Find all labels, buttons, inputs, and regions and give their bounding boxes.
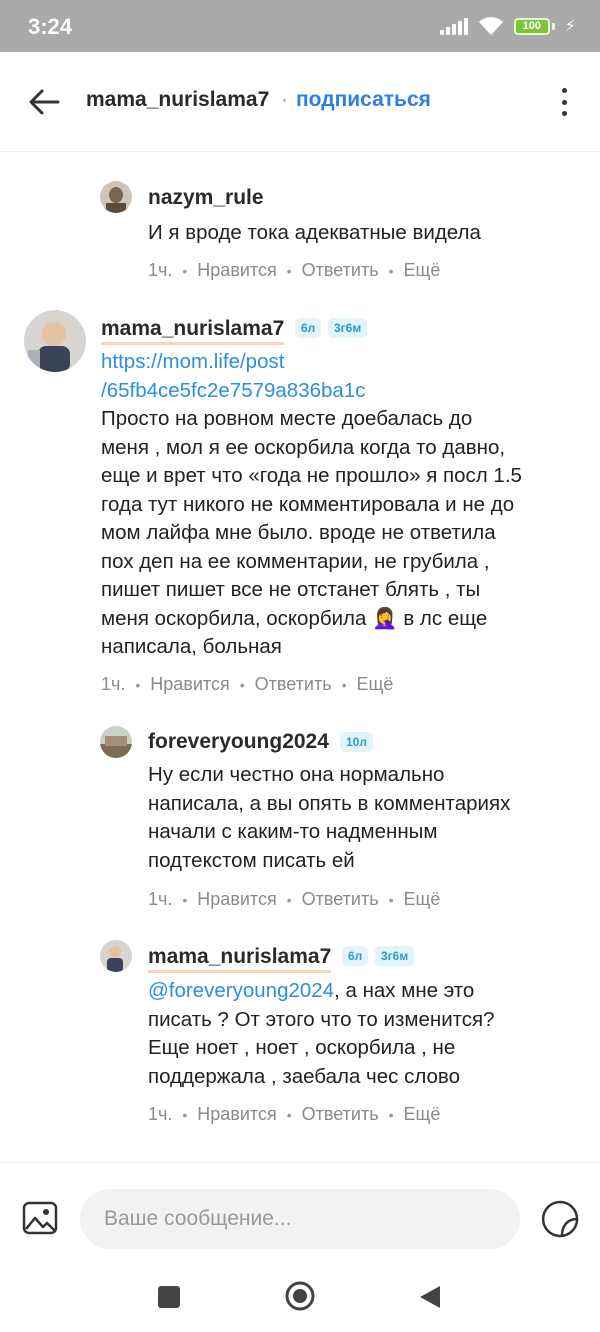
comment-line: Еще ноет , ноет , оскорбила , не xyxy=(148,1036,456,1059)
header-separator: · xyxy=(281,88,288,111)
recents-icon[interactable] xyxy=(158,1286,180,1308)
comment-time: 1ч. xyxy=(148,1104,173,1124)
comment-line-rest: , а нах мне это xyxy=(334,979,475,1002)
post-link[interactable]: https://mom.life/post xyxy=(101,348,591,377)
wifi-icon xyxy=(478,17,503,35)
message-composer xyxy=(0,1162,600,1272)
avatar[interactable] xyxy=(100,940,132,972)
more-button[interactable]: Ещё xyxy=(357,674,394,695)
like-button[interactable]: Нравится xyxy=(197,1104,276,1125)
comment-line: мом лайфа мне было. вроде не ответила xyxy=(101,521,496,544)
arrow-left-icon[interactable] xyxy=(24,82,64,122)
battery-icon: 100 xyxy=(513,17,555,35)
more-button[interactable]: Ещё xyxy=(404,260,441,281)
sticker-icon[interactable] xyxy=(540,1199,580,1239)
comment-username[interactable]: foreveryoung2024 xyxy=(148,730,329,754)
home-icon[interactable] xyxy=(284,1280,316,1312)
page-title[interactable]: mama_nurislama7 xyxy=(86,88,269,112)
comment-time: 1ч. xyxy=(101,674,126,694)
comment-body: @foreveryoung2024, а нах мне это писать … xyxy=(148,977,588,1091)
avatar[interactable] xyxy=(100,181,132,213)
comment-actions: 1ч. • Нравится • Ответить • Ещё xyxy=(148,1104,441,1125)
comment-line: еще и врет что «года не прошло» я посл 1… xyxy=(101,464,522,487)
kebab-menu-icon[interactable] xyxy=(554,86,574,118)
status-time: 3:24 xyxy=(28,14,73,39)
more-button[interactable]: Ещё xyxy=(404,1104,441,1125)
status-icons: 100 ⚡ xyxy=(439,16,576,36)
reply-button[interactable]: Ответить xyxy=(302,1104,379,1125)
top-app-bar: mama_nurislama7 · подписаться xyxy=(0,52,600,152)
comment-time: 1ч. xyxy=(148,889,173,909)
comment-line: подтекстом писать ей xyxy=(148,848,355,872)
age-badge: 6л xyxy=(295,318,322,338)
message-input[interactable] xyxy=(80,1189,520,1249)
battery-level: 100 xyxy=(513,17,550,35)
charging-icon: ⚡ xyxy=(564,18,576,35)
child-age-badge: 3г6м xyxy=(375,946,415,966)
avatar[interactable] xyxy=(24,310,86,372)
comment-line: меня , мол я ее оскорбила когда то давно… xyxy=(101,435,506,459)
like-button[interactable]: Нравится xyxy=(197,260,276,281)
comment-line: пишет пишет все не отстанет блять , ты xyxy=(101,578,481,601)
age-badge: 10л xyxy=(340,732,373,752)
system-nav-bar xyxy=(0,1272,600,1332)
reply-button[interactable]: Ответить xyxy=(255,674,332,695)
comment-line: @foreveryoung2024, а нах мне это xyxy=(148,977,588,1006)
comment-line: написала, а вы опять в комментариях xyxy=(148,791,511,815)
comment-line: писать ? От этого что то изменится? xyxy=(148,1007,495,1031)
comment-username[interactable]: mama_nurislama7 xyxy=(148,944,332,973)
comment-body: https://mom.life/post /65fb4ce5fc2e7579a… xyxy=(101,348,591,662)
reply-button[interactable]: Ответить xyxy=(302,260,379,281)
more-button[interactable]: Ещё xyxy=(404,889,441,910)
comment-time: 1ч. xyxy=(148,260,173,280)
comment-body: Ну если честно она нормально написала, а… xyxy=(148,761,588,875)
comment-username[interactable]: nazym_rule xyxy=(148,186,264,210)
age-badge: 6л xyxy=(342,946,369,966)
post-link-id[interactable]: /65fb4ce5fc2e7579a836ba1c xyxy=(101,377,591,406)
comment-username[interactable]: mama_nurislama7 xyxy=(101,316,285,345)
comment-line: Просто на ровном месте доебалась до xyxy=(101,407,473,430)
status-bar: 3:24 100 ⚡ xyxy=(0,0,600,52)
back-triangle-icon[interactable] xyxy=(418,1284,442,1310)
comment-actions: 1ч. • Нравится • Ответить • Ещё xyxy=(148,260,441,281)
comment-line: года тут никого не комментировала и не д… xyxy=(101,492,515,516)
child-age-badge: 3г6м xyxy=(328,318,368,338)
comment-line: написала, больная xyxy=(101,635,282,658)
subscribe-button[interactable]: подписаться xyxy=(296,88,431,112)
comment-line: поддержала , заебала чес слово xyxy=(148,1064,460,1088)
reply-button[interactable]: Ответить xyxy=(302,889,379,910)
comment-line: меня оскорбила, оскорбила 🤦‍♀️ в лс еще xyxy=(101,606,488,630)
comment-line: Ну если честно она нормально xyxy=(148,763,445,786)
user-mention[interactable]: @foreveryoung2024 xyxy=(148,979,334,1002)
like-button[interactable]: Нравится xyxy=(197,889,276,910)
comment-actions: 1ч. • Нравится • Ответить • Ещё xyxy=(148,889,441,910)
signal-icon xyxy=(439,17,468,35)
like-button[interactable]: Нравится xyxy=(150,674,229,695)
avatar[interactable] xyxy=(100,726,132,758)
comment-actions: 1ч. • Нравится • Ответить • Ещё xyxy=(101,674,394,695)
comment-text: И я вроде тока адекватные видела xyxy=(148,221,481,244)
comment-line: начали с каким-то надменным xyxy=(148,820,438,843)
comment-line: пох деп на ее комментарии, не грубила , xyxy=(101,549,490,573)
image-icon[interactable] xyxy=(22,1201,58,1235)
